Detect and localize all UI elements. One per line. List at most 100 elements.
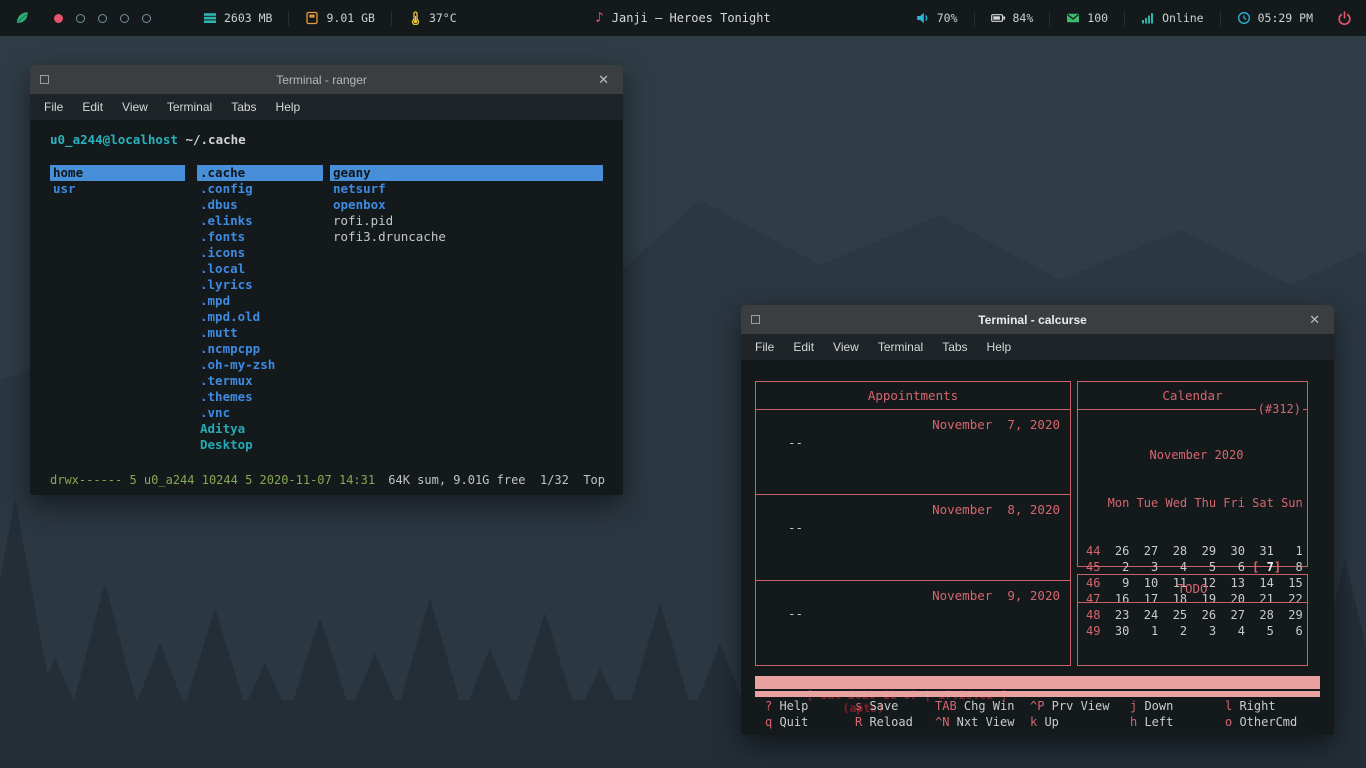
file-item[interactable]: .config — [197, 181, 323, 197]
shell-prompt: u0_a244@localhost ~/.cache — [50, 132, 246, 147]
calcurse-menubar: File Edit View Terminal Tabs Help — [741, 334, 1334, 360]
file-item[interactable]: Aditya — [197, 421, 323, 437]
menu-terminal[interactable]: Terminal — [878, 340, 923, 354]
file-item[interactable]: .elinks — [197, 213, 323, 229]
menu-file[interactable]: File — [755, 340, 774, 354]
appointment-section: November 8, 2020 -- — [756, 494, 1070, 579]
close-icon[interactable]: ✕ — [1305, 311, 1324, 328]
calcurse-statusbar-2 — [755, 691, 1320, 697]
appointments-title: Appointments — [756, 382, 1070, 410]
ranger-terminal[interactable]: u0_a244@localhost ~/.cache home usr .cach… — [30, 120, 623, 495]
file-item[interactable]: .ncmpcpp — [197, 341, 323, 357]
window-menu-icon[interactable] — [751, 315, 760, 324]
workspace-5[interactable] — [142, 13, 151, 23]
appointments-panel: Appointments November 7, 2020 -- November … — [755, 381, 1071, 666]
menu-edit[interactable]: Edit — [793, 340, 814, 354]
file-item[interactable]: netsurf — [330, 181, 603, 197]
topbar-value: 100 — [1087, 11, 1109, 25]
file-item[interactable]: .mpd.old — [197, 309, 323, 325]
power-button[interactable] — [1329, 0, 1366, 36]
appointment-entry: -- — [788, 435, 804, 450]
menu-help[interactable]: Help — [276, 100, 301, 114]
menu-file[interactable]: File — [44, 100, 63, 114]
workspace-1[interactable] — [54, 13, 63, 23]
ranger-statusbar: drwx------ 5 u0_a244 10244 5 2020-11-07 … — [50, 473, 605, 487]
disk-free-info: 64K sum, 9.01G free 1/32 Top — [388, 473, 605, 487]
close-icon[interactable]: ✕ — [594, 71, 613, 88]
calendar-weekday-header: Mon Tue Wed Thu Fri Sat Sun — [1107, 496, 1303, 510]
file-item[interactable]: .lyrics — [197, 277, 323, 293]
menu-tabs[interactable]: Tabs — [231, 100, 256, 114]
menu-view[interactable]: View — [833, 340, 859, 354]
topbar-item-network[interactable]: Online — [1125, 0, 1220, 36]
file-item[interactable]: rofi3.druncache — [330, 229, 603, 245]
mail-icon — [1066, 11, 1080, 25]
workspace-3[interactable] — [98, 13, 107, 23]
topbar-item-volume[interactable]: 70% — [900, 0, 974, 36]
appointment-entry: -- — [788, 605, 804, 621]
keybind-right: l Right — [1225, 699, 1276, 713]
file-item[interactable]: .icons — [197, 245, 323, 261]
file-item[interactable]: .themes — [197, 389, 323, 405]
calendar-week-row: 44 26 27 28 29 30 31 1 — [1086, 544, 1303, 558]
now-playing[interactable]: ♪ Janji – Heroes Tonight — [595, 10, 770, 26]
menu-view[interactable]: View — [122, 100, 148, 114]
calcurse-statusbar: [ Sat 2020-11-07 | 17:29:02 ] (apts) — [755, 676, 1320, 715]
file-item[interactable]: Desktop — [197, 437, 323, 453]
calcurse-terminal[interactable]: Appointments November 7, 2020 -- November … — [741, 360, 1334, 735]
file-item[interactable]: openbox — [330, 197, 603, 213]
topbar-value: 2603 MB — [224, 11, 273, 25]
ranger-columns: home usr .cache .config .dbus .elinks .fonts.… — [50, 165, 603, 453]
file-item[interactable]: .cache — [197, 165, 323, 181]
menu-help[interactable]: Help — [987, 340, 1012, 354]
file-item[interactable]: usr — [50, 181, 185, 197]
ranger-titlebar[interactable]: Terminal - ranger ✕ — [30, 65, 623, 94]
music-note-icon: ♪ — [595, 10, 604, 26]
file-item[interactable]: .dbus — [197, 197, 323, 213]
appointment-sections: November 7, 2020 -- November 8, 2020 -- Nove… — [756, 410, 1070, 665]
keybind-up: k Up — [1030, 715, 1059, 729]
todo-title: TODO — [1078, 575, 1307, 603]
appointment-section: November 9, 2020 -- — [756, 579, 1070, 665]
file-item[interactable]: .termux — [197, 373, 323, 389]
file-item[interactable]: .fonts — [197, 229, 323, 245]
file-item[interactable]: .mpd — [197, 293, 323, 309]
topbar-item-mail[interactable]: 100 — [1050, 0, 1124, 36]
todo-panel: TODO — [1077, 574, 1308, 666]
topbar-item-clock[interactable]: 05:29 PM — [1221, 0, 1329, 36]
window-calcurse: Terminal - calcurse ✕ File Edit View Termin… — [741, 305, 1334, 735]
ranger-preview-column: geany netsurf openbox rofi.pid rofi3.druncac… — [330, 165, 603, 453]
topbar-value: 37°C — [428, 11, 457, 25]
workspace-2[interactable] — [76, 13, 85, 23]
workspace-4[interactable] — [120, 13, 129, 23]
calcurse-titlebar[interactable]: Terminal - calcurse ✕ — [741, 305, 1334, 334]
file-item[interactable]: home — [50, 165, 185, 181]
appointment-date: November 8, 2020 — [932, 502, 1060, 518]
window-menu-icon[interactable] — [40, 75, 49, 84]
file-item[interactable]: .local — [197, 261, 323, 277]
file-item[interactable]: rofi.pid — [330, 213, 603, 229]
calendar-week-row: 45 2 3 4 5 6 [ 7] 8 — [1086, 560, 1303, 574]
window-ranger: Terminal - ranger ✕ File Edit View Terminal… — [30, 65, 623, 495]
topbar-item-memory[interactable]: 2603 MB — [187, 0, 288, 36]
menu-terminal[interactable]: Terminal — [167, 100, 212, 114]
file-item[interactable]: .mutt — [197, 325, 323, 341]
topbar-status: 70% 84% 100 Online 05:29 PM — [900, 0, 1329, 36]
appointment-date: November 7, 2020 — [932, 417, 1060, 432]
menu-edit[interactable]: Edit — [82, 100, 103, 114]
appointment-section: November 7, 2020 -- — [756, 410, 1070, 494]
file-item[interactable]: .vnc — [197, 405, 323, 421]
topbar-item-storage[interactable]: 9.01 GB — [289, 0, 390, 36]
topbar-item-thermometer[interactable]: 37°C — [392, 0, 473, 36]
selected-day: 7 — [1259, 560, 1274, 574]
launcher-logo[interactable] — [14, 10, 30, 26]
topbar-item-battery[interactable]: 84% — [975, 0, 1050, 36]
keybind-othercmd: o OtherCmd — [1225, 715, 1298, 729]
file-item[interactable]: .oh-my-zsh — [197, 357, 323, 373]
file-item[interactable]: geany — [330, 165, 603, 181]
menu-tabs[interactable]: Tabs — [942, 340, 967, 354]
keybind-nxt-view: ^N Nxt View — [935, 715, 1015, 729]
appointment-entry: -- — [788, 520, 804, 536]
ranger-menubar: File Edit View Terminal Tabs Help — [30, 94, 623, 120]
volume-icon — [916, 11, 930, 25]
